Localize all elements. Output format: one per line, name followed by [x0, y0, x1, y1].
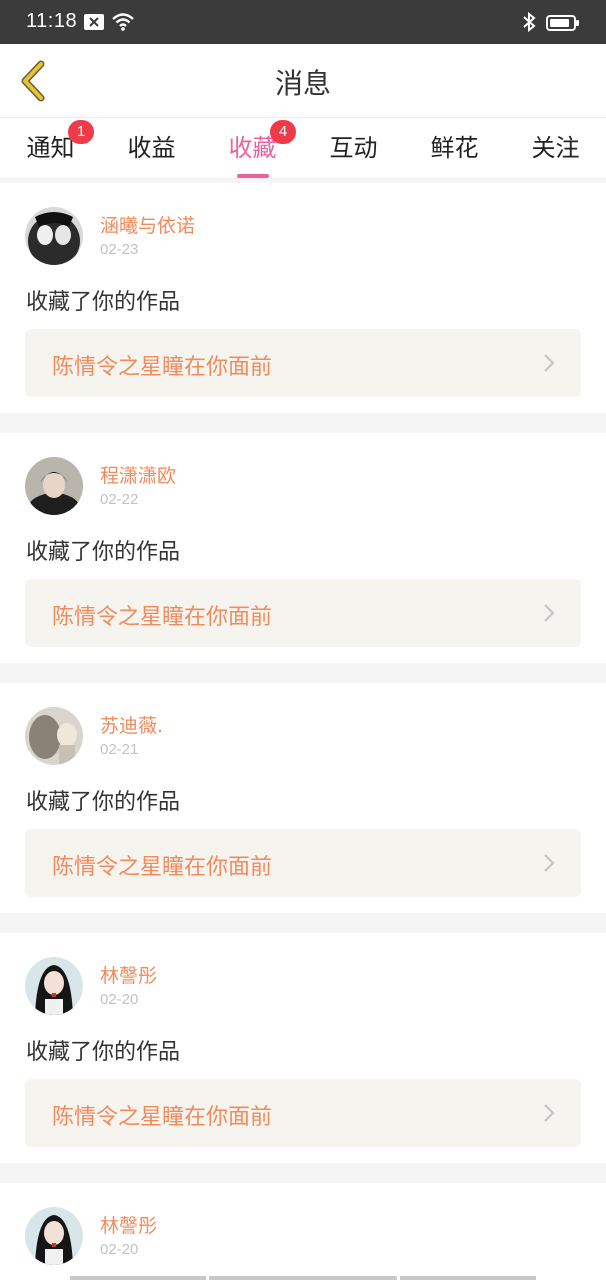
status-time: 11:18	[26, 10, 78, 32]
nav-handle	[209, 1276, 397, 1280]
action-text: 收藏了你的作品	[26, 540, 181, 565]
username[interactable]: 林謦彤	[100, 1211, 157, 1238]
chevron-right-icon	[544, 354, 555, 372]
tab-flowers[interactable]: 鲜花	[404, 128, 505, 174]
tab-interactions[interactable]: 互动	[303, 128, 404, 174]
tab-bar: 通知 1 收益 收藏 4 互动 鲜花 关注	[0, 118, 606, 179]
username[interactable]: 涵曦与依诺	[100, 211, 195, 238]
avatar[interactable]	[25, 207, 83, 265]
work-link[interactable]: 陈情令之星瞳在你面前	[25, 1079, 581, 1147]
tab-label: 鲜花	[430, 134, 479, 162]
tab-label: 互动	[329, 134, 378, 162]
nav-handle	[70, 1276, 206, 1280]
active-tab-indicator	[236, 174, 269, 178]
work-link[interactable]: 陈情令之星瞳在你面前	[25, 329, 581, 397]
work-link[interactable]: 陈情令之星瞳在你面前	[25, 829, 581, 897]
tab-earnings[interactable]: 收益	[101, 128, 202, 174]
battery-icon	[546, 15, 580, 36]
status-bar: 11:18	[0, 0, 606, 44]
username[interactable]: 程潇潇欧	[100, 461, 176, 488]
bluetooth-icon	[522, 11, 536, 37]
tab-label: 通知	[26, 134, 75, 162]
message-card: 林謦彤 02-20 收藏了你的作品 陈情令之星瞳在你面前	[0, 933, 606, 1163]
username[interactable]: 林謦彤	[100, 961, 157, 988]
notification-x-icon	[84, 14, 104, 35]
message-date: 02-20	[100, 1241, 139, 1258]
chevron-right-icon	[544, 604, 555, 622]
chevron-right-icon	[544, 854, 555, 872]
action-text: 收藏了你的作品	[26, 1040, 181, 1065]
message-card: 苏迪薇. 02-21 收藏了你的作品 陈情令之星瞳在你面前	[0, 683, 606, 913]
page-title: 消息	[274, 67, 331, 100]
avatar[interactable]	[25, 457, 83, 515]
chevron-right-icon	[544, 1104, 555, 1122]
avatar[interactable]	[25, 707, 83, 765]
header-bar: 消息	[0, 44, 606, 118]
favorites-count-badge: 4	[270, 120, 296, 144]
work-title: 陈情令之星瞳在你面前	[52, 855, 273, 880]
avatar[interactable]	[25, 957, 83, 1015]
tab-favorites[interactable]: 收藏 4	[202, 120, 303, 178]
tab-following[interactable]: 关注	[505, 128, 606, 174]
tab-label: 关注	[531, 134, 580, 162]
tab-label: 收藏	[228, 134, 277, 162]
message-date: 02-22	[100, 491, 139, 508]
message-card: 程潇潇欧 02-22 收藏了你的作品 陈情令之星瞳在你面前	[0, 433, 606, 663]
work-title: 陈情令之星瞳在你面前	[52, 355, 273, 380]
tab-notifications[interactable]: 通知 1	[0, 120, 101, 174]
work-title: 陈情令之星瞳在你面前	[52, 605, 273, 630]
message-card: 林謦彤 02-20	[0, 1183, 606, 1280]
action-text: 收藏了你的作品	[26, 290, 181, 315]
message-card: 涵曦与依诺 02-23 收藏了你的作品 陈情令之星瞳在你面前	[0, 183, 606, 413]
avatar[interactable]	[25, 1207, 83, 1265]
message-date: 02-23	[100, 241, 139, 258]
wifi-icon	[111, 12, 135, 37]
username[interactable]: 苏迪薇.	[100, 711, 163, 738]
message-date: 02-21	[100, 741, 139, 758]
work-link[interactable]: 陈情令之星瞳在你面前	[25, 579, 581, 647]
tab-label: 收益	[127, 134, 176, 162]
action-text: 收藏了你的作品	[26, 790, 181, 815]
notification-count-badge: 1	[68, 120, 94, 144]
work-title: 陈情令之星瞳在你面前	[52, 1105, 273, 1130]
nav-handle	[400, 1276, 536, 1280]
message-date: 02-20	[100, 991, 139, 1008]
